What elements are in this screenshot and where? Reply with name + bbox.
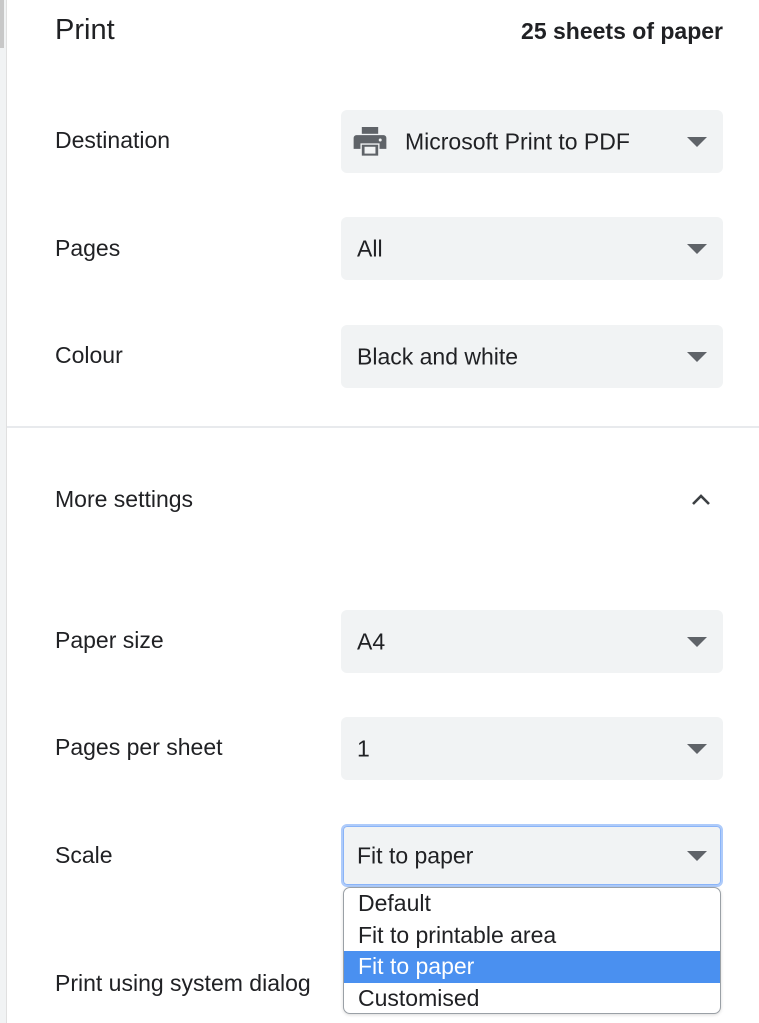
chevron-up-icon xyxy=(692,494,710,505)
destination-value: Microsoft Print to PDF xyxy=(405,128,630,154)
chevron-down-icon xyxy=(687,243,707,254)
chevron-down-icon xyxy=(687,743,707,754)
paper-size-select[interactable]: A4 xyxy=(341,610,723,673)
scale-dropdown-list[interactable]: Default Fit to printable area Fit to pap… xyxy=(343,887,721,1014)
chevron-down-icon xyxy=(687,351,707,362)
print-settings-panel: Print 25 sheets of paper Destination Mic… xyxy=(7,0,759,1023)
print-header: Print 25 sheets of paper xyxy=(55,0,723,62)
system-dialog-link[interactable]: Print using system dialog xyxy=(55,970,311,997)
destination-select[interactable]: Microsoft Print to PDF xyxy=(341,110,723,173)
destination-label: Destination xyxy=(55,127,171,153)
pages-per-sheet-value: 1 xyxy=(357,735,370,761)
left-scrollbar[interactable] xyxy=(0,0,7,1023)
scale-option-customised[interactable]: Customised xyxy=(344,983,720,1014)
colour-label: Colour xyxy=(55,342,123,368)
printer-icon xyxy=(353,126,387,156)
pages-label: Pages xyxy=(55,235,121,261)
paper-size-label: Paper size xyxy=(55,627,164,653)
more-settings-label: More settings xyxy=(55,486,194,512)
colour-value: Black and white xyxy=(357,343,519,369)
chevron-down-icon xyxy=(687,636,707,647)
colour-select[interactable]: Black and white xyxy=(341,325,723,388)
chevron-down-icon xyxy=(687,136,707,147)
more-settings-toggle[interactable]: More settings xyxy=(7,470,759,530)
pages-per-sheet-select[interactable]: 1 xyxy=(341,717,723,780)
chevron-down-icon xyxy=(687,850,707,861)
scale-value: Fit to paper xyxy=(357,842,474,868)
sheet-count: 25 sheets of paper xyxy=(521,18,723,44)
pages-select[interactable]: All xyxy=(341,217,723,280)
page-title: Print xyxy=(55,14,115,46)
scale-label: Scale xyxy=(55,842,113,868)
scale-option-default[interactable]: Default xyxy=(344,888,720,920)
scale-select[interactable]: Fit to paper xyxy=(341,824,723,887)
scale-option-fit-to-paper[interactable]: Fit to paper xyxy=(344,951,720,983)
paper-size-value: A4 xyxy=(357,628,386,654)
section-divider xyxy=(7,426,759,428)
scrollbar-thumb[interactable] xyxy=(0,0,4,48)
pages-value: All xyxy=(357,235,383,261)
scale-option-fit-printable-area[interactable]: Fit to printable area xyxy=(344,920,720,952)
pages-per-sheet-label: Pages per sheet xyxy=(55,734,223,760)
